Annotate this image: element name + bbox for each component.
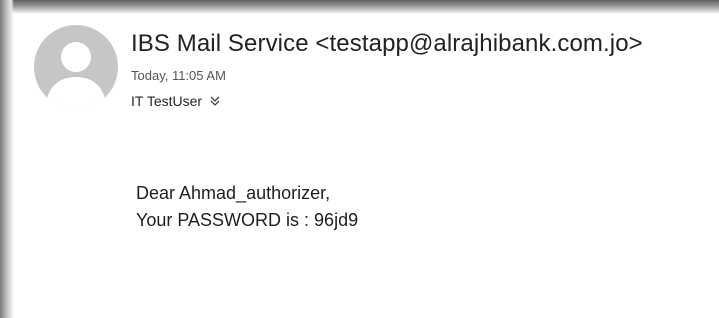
message-timestamp: Today, 11:05 AM (131, 68, 226, 83)
body-greeting: Dear Ahmad_authorizer, (136, 183, 331, 203)
sender-avatar[interactable] (34, 25, 118, 109)
email-reading-pane: IBS Mail Service <testapp@alrajhibank.co… (0, 0, 719, 318)
body-password-line: Your PASSWORD is : 96jd9 (136, 210, 359, 230)
sender-name[interactable]: IBS Mail Service <testapp@alrajhibank.co… (131, 30, 643, 58)
double-chevron-down-icon[interactable] (209, 94, 221, 108)
window-shadow-top (0, 0, 719, 14)
recipient-row[interactable]: IT TestUser (131, 93, 221, 109)
window-shadow-left (0, 0, 14, 318)
recipient-name[interactable]: IT TestUser (131, 93, 202, 109)
message-body: Dear Ahmad_authorizer, Your PASSWORD is … (136, 180, 358, 234)
person-avatar-icon (46, 42, 106, 109)
